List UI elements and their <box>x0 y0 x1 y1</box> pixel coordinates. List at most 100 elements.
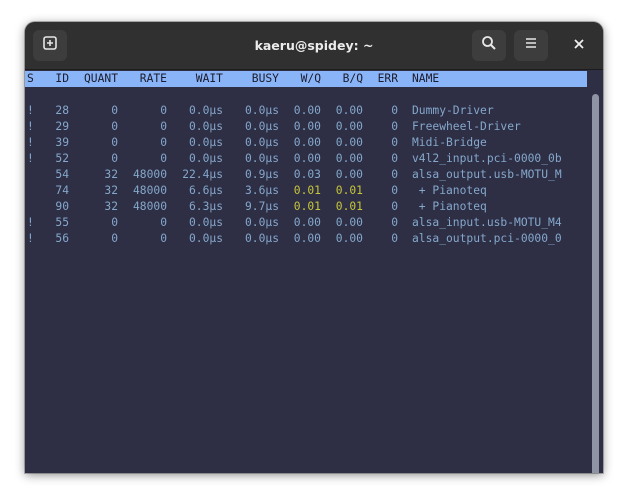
new-tab-icon <box>42 35 58 56</box>
cell-quant: 0 <box>111 152 118 165</box>
cell-rate: 0 <box>160 104 167 117</box>
table-row: ! 55 0 0 0.0µs 0.0µs 0.00 0.00 0 alsa_in… <box>25 215 587 231</box>
cell-wait: 0.0µs <box>188 104 223 117</box>
cell-name: Dummy-Driver <box>412 104 494 117</box>
cell-err: 0 <box>391 232 398 245</box>
cell-rate: 0 <box>160 136 167 149</box>
table-row: ! 28 0 0 0.0µs 0.0µs 0.00 0.00 0 Dummy-D… <box>25 103 587 119</box>
cell-name: Midi-Bridge <box>412 136 487 149</box>
cell-busy: 0.0µs <box>244 232 279 245</box>
cell-rate: 48000 <box>132 184 167 197</box>
cell-bq: 0.00 <box>335 152 363 165</box>
cell-wq: 0.00 <box>293 104 321 117</box>
cell-id: 28 <box>55 104 69 117</box>
search-button[interactable] <box>472 30 506 61</box>
header-s: S <box>27 72 34 85</box>
cell-err: 0 <box>391 184 398 197</box>
cell-bq: 0.00 <box>335 104 363 117</box>
cell-id: 56 <box>55 232 69 245</box>
cell-wait: 6.3µs <box>188 200 223 213</box>
cell-id: 90 <box>55 200 69 213</box>
cell-wq: 0.00 <box>293 136 321 149</box>
cell-rate: 0 <box>160 216 167 229</box>
cell-quant: 32 <box>104 168 118 181</box>
cell-busy: 0.0µs <box>244 216 279 229</box>
cell-id: 54 <box>55 168 69 181</box>
scrollbar[interactable] <box>592 94 599 473</box>
cell-rate: 0 <box>160 232 167 245</box>
cell-wait: 0.0µs <box>188 152 223 165</box>
close-button[interactable] <box>563 30 595 61</box>
header-bar: kaeru@spidey: ~ <box>25 22 603 70</box>
cell-s: ! <box>27 120 34 133</box>
terminal-window: kaeru@spidey: ~ S ID QUANT RATE WAIT BUS… <box>25 22 603 473</box>
cell-bq: 0.00 <box>335 216 363 229</box>
header-wait: WAIT <box>195 72 223 85</box>
header-wq: W/Q <box>300 72 321 85</box>
cell-busy: 0.9µs <box>244 168 279 181</box>
cell-err: 0 <box>391 136 398 149</box>
new-tab-button[interactable] <box>33 30 67 61</box>
header-quant: QUANT <box>83 72 118 85</box>
cell-bq: 0.00 <box>335 120 363 133</box>
cell-wq: 0.00 <box>293 120 321 133</box>
cell-wq: 0.01 <box>293 184 321 197</box>
cell-s: ! <box>27 136 34 149</box>
cell-quant: 0 <box>111 104 118 117</box>
cell-quant: 0 <box>111 216 118 229</box>
table-row: 74 32 48000 6.6µs 3.6µs 0.01 0.01 0 + Pi… <box>25 183 587 199</box>
cell-quant: 0 <box>111 232 118 245</box>
cell-name: alsa_output.pci-0000_0 <box>412 232 562 245</box>
table-row: ! 39 0 0 0.0µs 0.0µs 0.00 0.00 0 Midi-Br… <box>25 135 587 151</box>
cell-wq: 0.01 <box>293 200 321 213</box>
cell-err: 0 <box>391 200 398 213</box>
cell-busy: 0.0µs <box>244 152 279 165</box>
cell-bq: 0.00 <box>335 136 363 149</box>
header-busy: BUSY <box>251 72 279 85</box>
header-rate: RATE <box>139 72 167 85</box>
table-row: 54 32 48000 22.4µs 0.9µs 0.03 0.00 0 als… <box>25 167 587 183</box>
menu-button[interactable] <box>514 30 548 61</box>
cell-rate: 0 <box>160 152 167 165</box>
cell-quant: 0 <box>111 136 118 149</box>
close-icon <box>573 37 585 55</box>
table-header: S ID QUANT RATE WAIT BUSY W/Q B/Q ERR NA… <box>25 71 587 87</box>
header-id: ID <box>55 72 69 85</box>
cell-rate: 48000 <box>132 200 167 213</box>
cell-id: 52 <box>55 152 69 165</box>
cell-busy: 0.0µs <box>244 120 279 133</box>
cell-err: 0 <box>391 104 398 117</box>
terminal-output[interactable]: S ID QUANT RATE WAIT BUSY W/Q B/Q ERR NA… <box>25 70 603 473</box>
cell-bq: 0.01 <box>335 184 363 197</box>
cell-bq: 0.00 <box>335 232 363 245</box>
search-icon <box>481 35 497 56</box>
cell-name: + Pianoteq <box>412 184 487 197</box>
hamburger-menu-icon <box>524 36 538 55</box>
header-err: ERR <box>377 72 398 85</box>
cell-quant: 32 <box>104 184 118 197</box>
cell-err: 0 <box>391 216 398 229</box>
header-name: NAME <box>412 72 440 85</box>
cell-err: 0 <box>391 120 398 133</box>
cell-wq: 0.03 <box>293 168 321 181</box>
cell-wait: 0.0µs <box>188 232 223 245</box>
table-row: ! 56 0 0 0.0µs 0.0µs 0.00 0.00 0 alsa_ou… <box>25 231 587 247</box>
cell-quant: 32 <box>104 200 118 213</box>
cell-wait: 0.0µs <box>188 136 223 149</box>
cell-name: alsa_input.usb-MOTU_M4 <box>412 216 562 229</box>
cell-wq: 0.00 <box>293 152 321 165</box>
cell-quant: 0 <box>111 120 118 133</box>
cell-id: 39 <box>55 136 69 149</box>
cell-name: Freewheel-Driver <box>412 120 521 133</box>
cell-bq: 0.00 <box>335 168 363 181</box>
cell-id: 74 <box>55 184 69 197</box>
cell-busy: 0.0µs <box>244 136 279 149</box>
cell-id: 29 <box>55 120 69 133</box>
table-row: ! 29 0 0 0.0µs 0.0µs 0.00 0.00 0 Freewhe… <box>25 119 587 135</box>
cell-s: ! <box>27 216 34 229</box>
table-row: 90 32 48000 6.3µs 9.7µs 0.01 0.01 0 + Pi… <box>25 199 587 215</box>
cell-wait: 6.6µs <box>188 184 223 197</box>
cell-wait: 0.0µs <box>188 216 223 229</box>
cell-s: ! <box>27 232 34 245</box>
cell-s: ! <box>27 104 34 117</box>
